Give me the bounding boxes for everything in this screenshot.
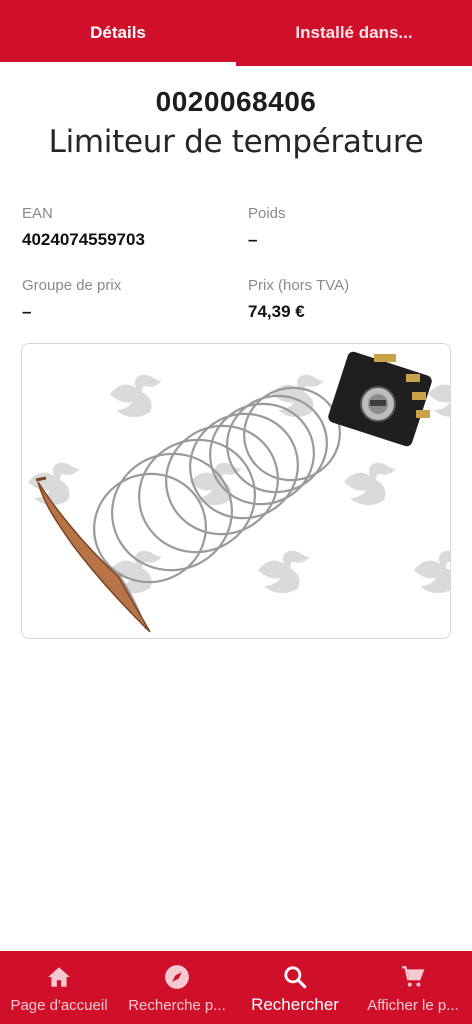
attribute-label: Poids (248, 205, 286, 222)
attribute-value: 4024074559703 (22, 230, 145, 249)
thermostat-capillary-image (28, 351, 450, 633)
nav-home[interactable]: Page d'accueil (0, 951, 118, 1024)
part-number: 0020068406 (155, 86, 317, 117)
attribute-label: Prix (hors TVA) (248, 277, 350, 294)
attribute-value: – (248, 230, 258, 249)
attribute-weight: Poids – (248, 204, 452, 252)
attribute-value: – (22, 302, 32, 321)
attribute-price: Prix (hors TVA) 74,39 € (248, 276, 452, 324)
active-tab-indicator (0, 62, 236, 66)
nav-home-label: Page d'accueil (10, 997, 108, 1014)
attribute-ean: EAN 4024074559703 (22, 204, 248, 252)
attribute-label: Groupe de prix (22, 277, 122, 294)
attribute-grid: EAN 4024074559703 Poids – Groupe de prix… (22, 204, 452, 324)
nav-cart-label: Afficher le p... (367, 997, 459, 1014)
bottom-navigation: Page d'accueil Recherche p... Rechercher… (0, 951, 472, 1024)
top-tab-bar: Détails Installé dans... (0, 0, 472, 66)
attribute-price-group: Groupe de prix – (22, 276, 248, 324)
nav-explore[interactable]: Recherche p... (118, 951, 236, 1024)
tab-details[interactable]: Détails (0, 0, 236, 66)
product-image[interactable] (21, 343, 451, 639)
home-icon (45, 963, 73, 991)
product-name: Limiteur de température (48, 124, 424, 160)
nav-explore-label: Recherche p... (128, 997, 226, 1014)
product-header: 0020068406 Limiteur de température (0, 86, 472, 160)
search-icon (281, 963, 309, 991)
attribute-value: 74,39 € (248, 302, 305, 321)
nav-cart[interactable]: Afficher le p... (354, 951, 472, 1024)
nav-search[interactable]: Rechercher (236, 951, 354, 1024)
nav-search-label: Rechercher (251, 995, 339, 1014)
tab-installed-in-label: Installé dans... (295, 23, 413, 42)
tab-details-label: Détails (90, 23, 146, 42)
compass-icon (163, 963, 191, 991)
attribute-label: EAN (22, 205, 53, 222)
cart-icon (399, 963, 427, 991)
tab-installed-in[interactable]: Installé dans... (236, 0, 472, 66)
